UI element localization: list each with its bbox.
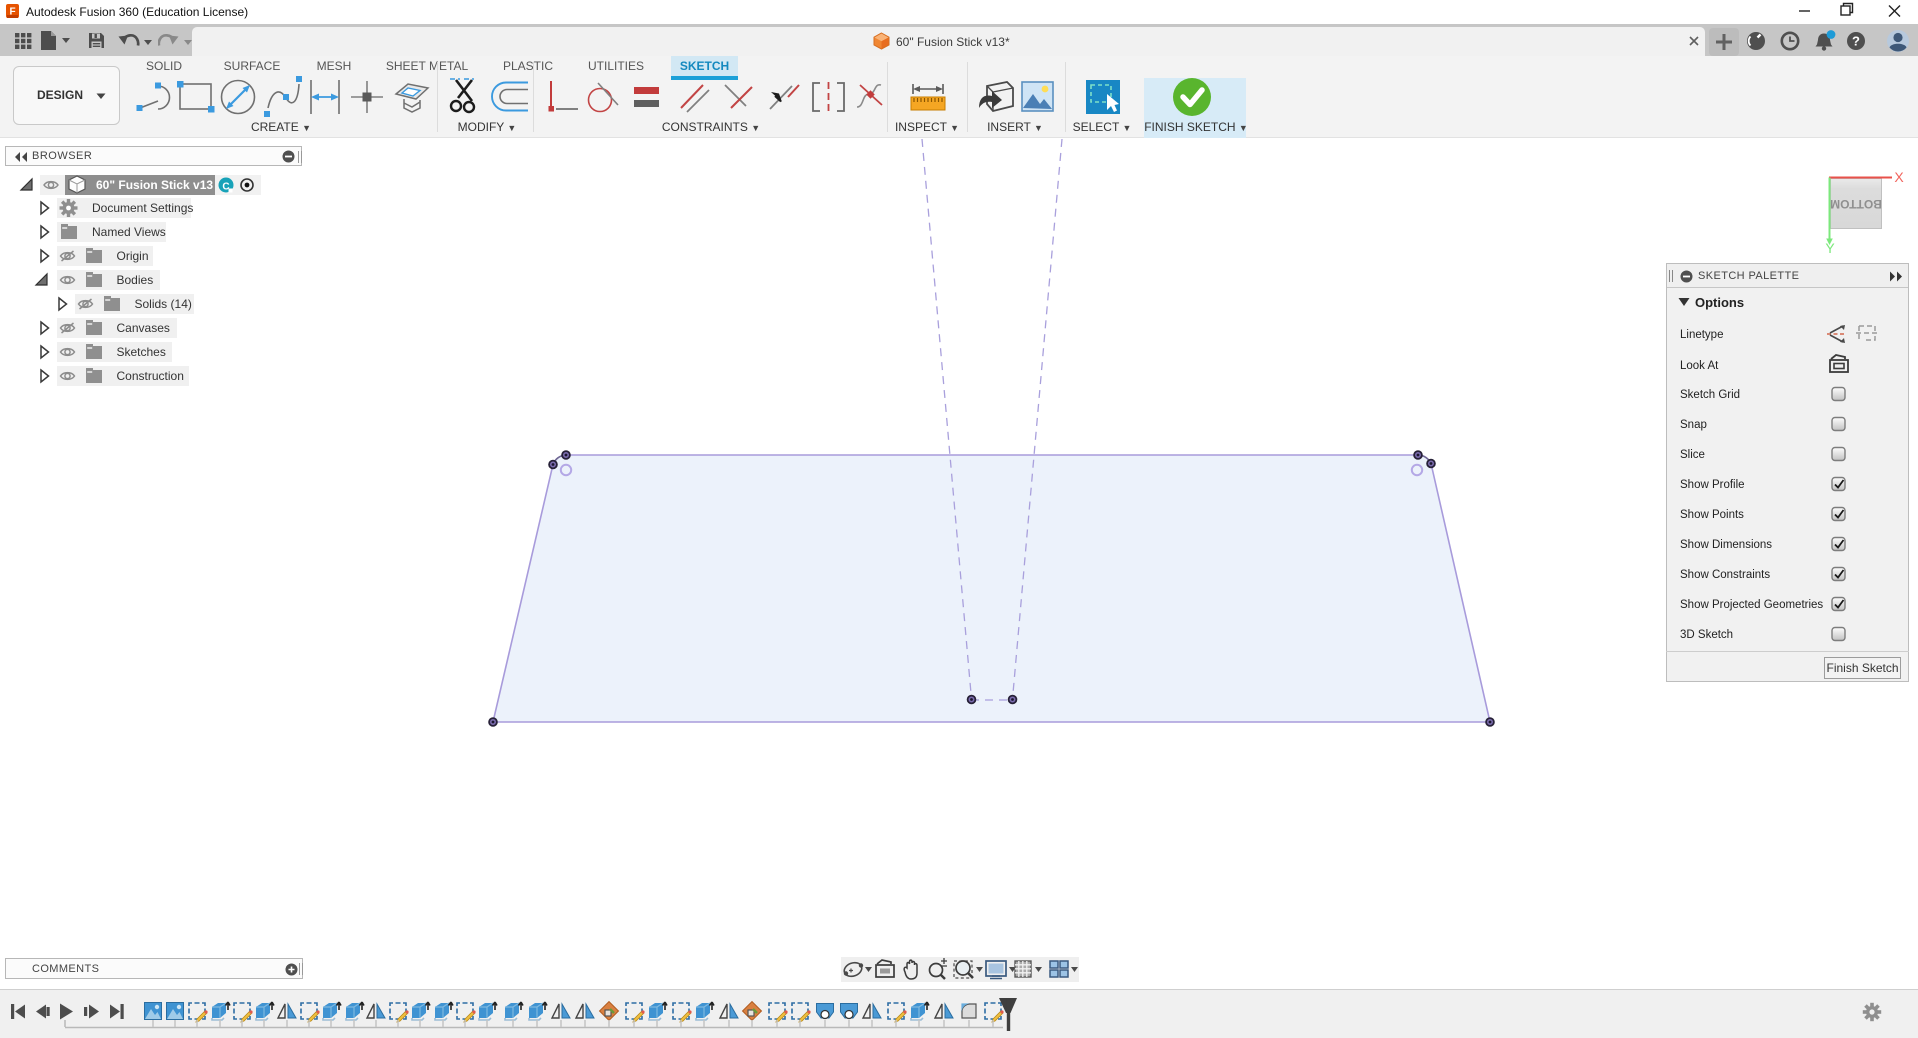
svg-text:Sketch Grid: Sketch Grid	[1680, 389, 1740, 401]
svg-text:X: X	[1894, 169, 1904, 185]
svg-text:Canvases: Canvases	[117, 321, 170, 335]
svg-text:Named Views: Named Views	[92, 225, 166, 239]
svg-text:Look At: Look At	[1680, 360, 1719, 372]
svg-text:Y: Y	[1825, 240, 1835, 256]
svg-text:Show Dimensions: Show Dimensions	[1680, 539, 1772, 551]
svg-text:Document Settings: Document Settings	[92, 201, 193, 215]
svg-text:Show Profile: Show Profile	[1680, 479, 1745, 491]
svg-text:Show Projected Geometries: Show Projected Geometries	[1680, 599, 1823, 611]
svg-text:Snap: Snap	[1680, 419, 1707, 431]
svg-text:Slice: Slice	[1680, 449, 1705, 461]
svg-text:3D Sketch: 3D Sketch	[1680, 629, 1733, 641]
svg-text:60" Fusion Stick v13: 60" Fusion Stick v13	[96, 178, 213, 192]
svg-text:Linetype: Linetype	[1680, 329, 1723, 341]
svg-text:Bodies: Bodies	[117, 273, 154, 287]
svg-text:Show Points: Show Points	[1680, 509, 1744, 521]
svg-text:F: F	[9, 7, 15, 18]
svg-text:Construction: Construction	[117, 369, 184, 383]
svg-text:Solids (14): Solids (14)	[135, 297, 192, 311]
svg-text:Show Constraints: Show Constraints	[1680, 569, 1770, 581]
svg-text:Origin: Origin	[117, 249, 149, 263]
svg-text:Sketches: Sketches	[117, 345, 166, 359]
svg-text:?: ?	[1852, 33, 1860, 48]
